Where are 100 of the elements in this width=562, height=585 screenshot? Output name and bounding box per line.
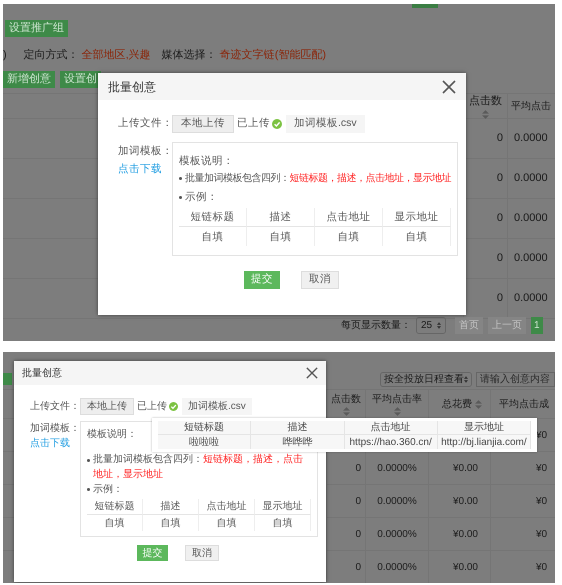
table-cell: 0.0000 xyxy=(507,159,555,199)
table-cell-text: 0.0000% xyxy=(377,528,417,542)
table-cell: 0.0000 xyxy=(507,239,555,279)
file-name: 加词模板.csv xyxy=(286,115,365,133)
close-icon[interactable] xyxy=(306,367,318,379)
submit-button[interactable]: 提交 xyxy=(244,271,280,289)
table-cell: 啦啦啦 xyxy=(158,435,252,449)
table-cell-text: ¥0.00 xyxy=(452,494,478,508)
field-label: 加词模板： xyxy=(30,422,80,436)
table-cell: 0.0000 xyxy=(507,199,555,239)
template-heading: 模板说明： xyxy=(179,154,234,169)
toolbar-button[interactable]: 新增创意 xyxy=(3,71,55,88)
table-cell-text: 0.0000% xyxy=(377,560,417,574)
template-description: 批量加词模板包含四列：短链标题，描述，点击地址，显示地址 xyxy=(93,452,304,482)
upload-button[interactable]: 本地上传 xyxy=(172,115,234,133)
table-cell-text: 0.0000% xyxy=(377,462,417,476)
close-icon[interactable] xyxy=(442,80,456,94)
table-cell: 自填 xyxy=(315,227,383,246)
table-cell: 自填 xyxy=(199,515,255,531)
table-header-cell: 显示地址 xyxy=(383,208,451,227)
table-cell-text: ¥0.00 xyxy=(452,560,478,574)
page-size-label: 每页显示数量： xyxy=(341,319,411,333)
table-header-cell: 短链标题 xyxy=(179,208,247,227)
group-button[interactable]: 设置推广组 xyxy=(5,20,68,37)
table-cell-text: 0 xyxy=(355,462,361,476)
toolbar-button[interactable] xyxy=(412,4,438,8)
table-header-cell: 点击地址 xyxy=(199,499,255,515)
table-header-cell: 点击地址 xyxy=(344,421,438,435)
table-cell-text: 0 xyxy=(355,528,361,542)
table-cell-text: ¥0 xyxy=(536,494,548,508)
cancel-button[interactable]: 取消 xyxy=(301,271,339,289)
table-cell-text: ¥0 xyxy=(536,462,548,476)
upload-button[interactable]: 本地上传 xyxy=(80,398,134,415)
bullet-icon xyxy=(87,488,90,491)
table-cell: 自填 xyxy=(179,227,247,246)
first-page-button[interactable]: 首页 xyxy=(455,317,483,334)
table-header-cell: 显示地址 xyxy=(255,499,311,515)
dialog-title: 批量创意 xyxy=(108,78,156,96)
filter-text: ) xyxy=(3,48,7,63)
field-label: 加词模板： xyxy=(118,144,173,159)
toolbar-button[interactable]: 设置创 xyxy=(60,71,101,88)
example-label: 示例： xyxy=(93,483,123,497)
example-label: 示例： xyxy=(185,190,218,205)
view-select[interactable]: 按全投放日程查看 xyxy=(380,372,472,386)
template-heading: 模板说明： xyxy=(87,428,137,442)
table-cell-text: 0 xyxy=(355,560,361,574)
sort-icon[interactable] xyxy=(482,110,489,119)
table-cell-text: 0 xyxy=(355,494,361,508)
toolbar-button[interactable] xyxy=(3,373,12,385)
column-title: 平均点击 xyxy=(511,100,551,114)
table-cell: 自填 xyxy=(87,515,143,531)
upload-status: 已上传 xyxy=(237,116,270,132)
submit-button[interactable]: 提交 xyxy=(137,545,168,561)
table-header-cell: 显示地址 xyxy=(438,421,531,435)
table-header-cell: 点击地址 xyxy=(315,208,383,227)
dropdown-arrows-icon xyxy=(464,376,468,382)
page-size-select[interactable]: 25 xyxy=(416,317,446,334)
table-header-cell: 描述 xyxy=(247,208,315,227)
table-cell-text: ¥0 xyxy=(536,528,548,542)
column-title: 总花费 xyxy=(442,398,472,412)
filter-label: 定向方式： xyxy=(24,48,79,63)
table-cell: 0.0000 xyxy=(507,119,555,159)
bullet-icon xyxy=(179,177,182,180)
table-header-cell: 短链标题 xyxy=(158,421,252,435)
template-description: 批量加词模板包含四列：短链标题，描述，点击地址，显示地址 xyxy=(185,172,451,186)
table-cell-text: ¥0.00 xyxy=(452,462,478,476)
column-title: 平均点击率 xyxy=(372,392,422,407)
field-label: 上传文件： xyxy=(118,116,172,132)
table-cell-text: 0.0000% xyxy=(377,494,417,508)
column-title: 点击数 xyxy=(469,94,502,110)
column-title: 平均点击成 xyxy=(499,398,549,412)
table-cell: 自填 xyxy=(247,227,315,246)
table-cell-text: ¥0.00 xyxy=(452,528,478,542)
download-link[interactable]: 点击下载 xyxy=(30,436,70,451)
table-header-cell: 描述 xyxy=(251,421,344,435)
bullet-icon xyxy=(179,196,182,198)
bullet-icon xyxy=(87,459,90,462)
table-header-cell: 短链标题 xyxy=(87,499,143,515)
column-title: 点击数 xyxy=(331,392,361,407)
filter-value: 奇迹文字链(智能匹配) xyxy=(220,48,326,63)
dialog-title: 批量创意 xyxy=(22,366,62,380)
table-cell: 哗哗哗 xyxy=(251,435,344,449)
table-cell: 自填 xyxy=(255,515,311,531)
sort-icon[interactable] xyxy=(475,400,482,408)
cancel-button[interactable]: 取消 xyxy=(185,545,219,561)
search-field[interactable]: 请输入创意内容 xyxy=(476,372,555,386)
table-cell: 自填 xyxy=(143,515,199,531)
filter-value: 全部地区,兴趣 xyxy=(82,48,151,63)
dropdown-arrows-icon xyxy=(437,322,441,329)
download-link[interactable]: 点击下载 xyxy=(118,160,162,178)
upload-status: 已上传 xyxy=(137,400,167,414)
previous-page-button[interactable]: 上一页 xyxy=(488,317,526,334)
sort-icon[interactable] xyxy=(342,407,350,416)
page-number-button[interactable]: 1 xyxy=(531,317,543,334)
table-cell: 自填 xyxy=(383,227,451,246)
table-cell: http://bj.lianjia.com/ xyxy=(438,435,531,449)
table-header-cell: 描述 xyxy=(143,499,199,515)
file-name: 加词模板.csv xyxy=(182,398,252,415)
table-cell: https://hao.360.cn/ xyxy=(344,435,438,449)
sort-icon[interactable] xyxy=(394,407,400,416)
